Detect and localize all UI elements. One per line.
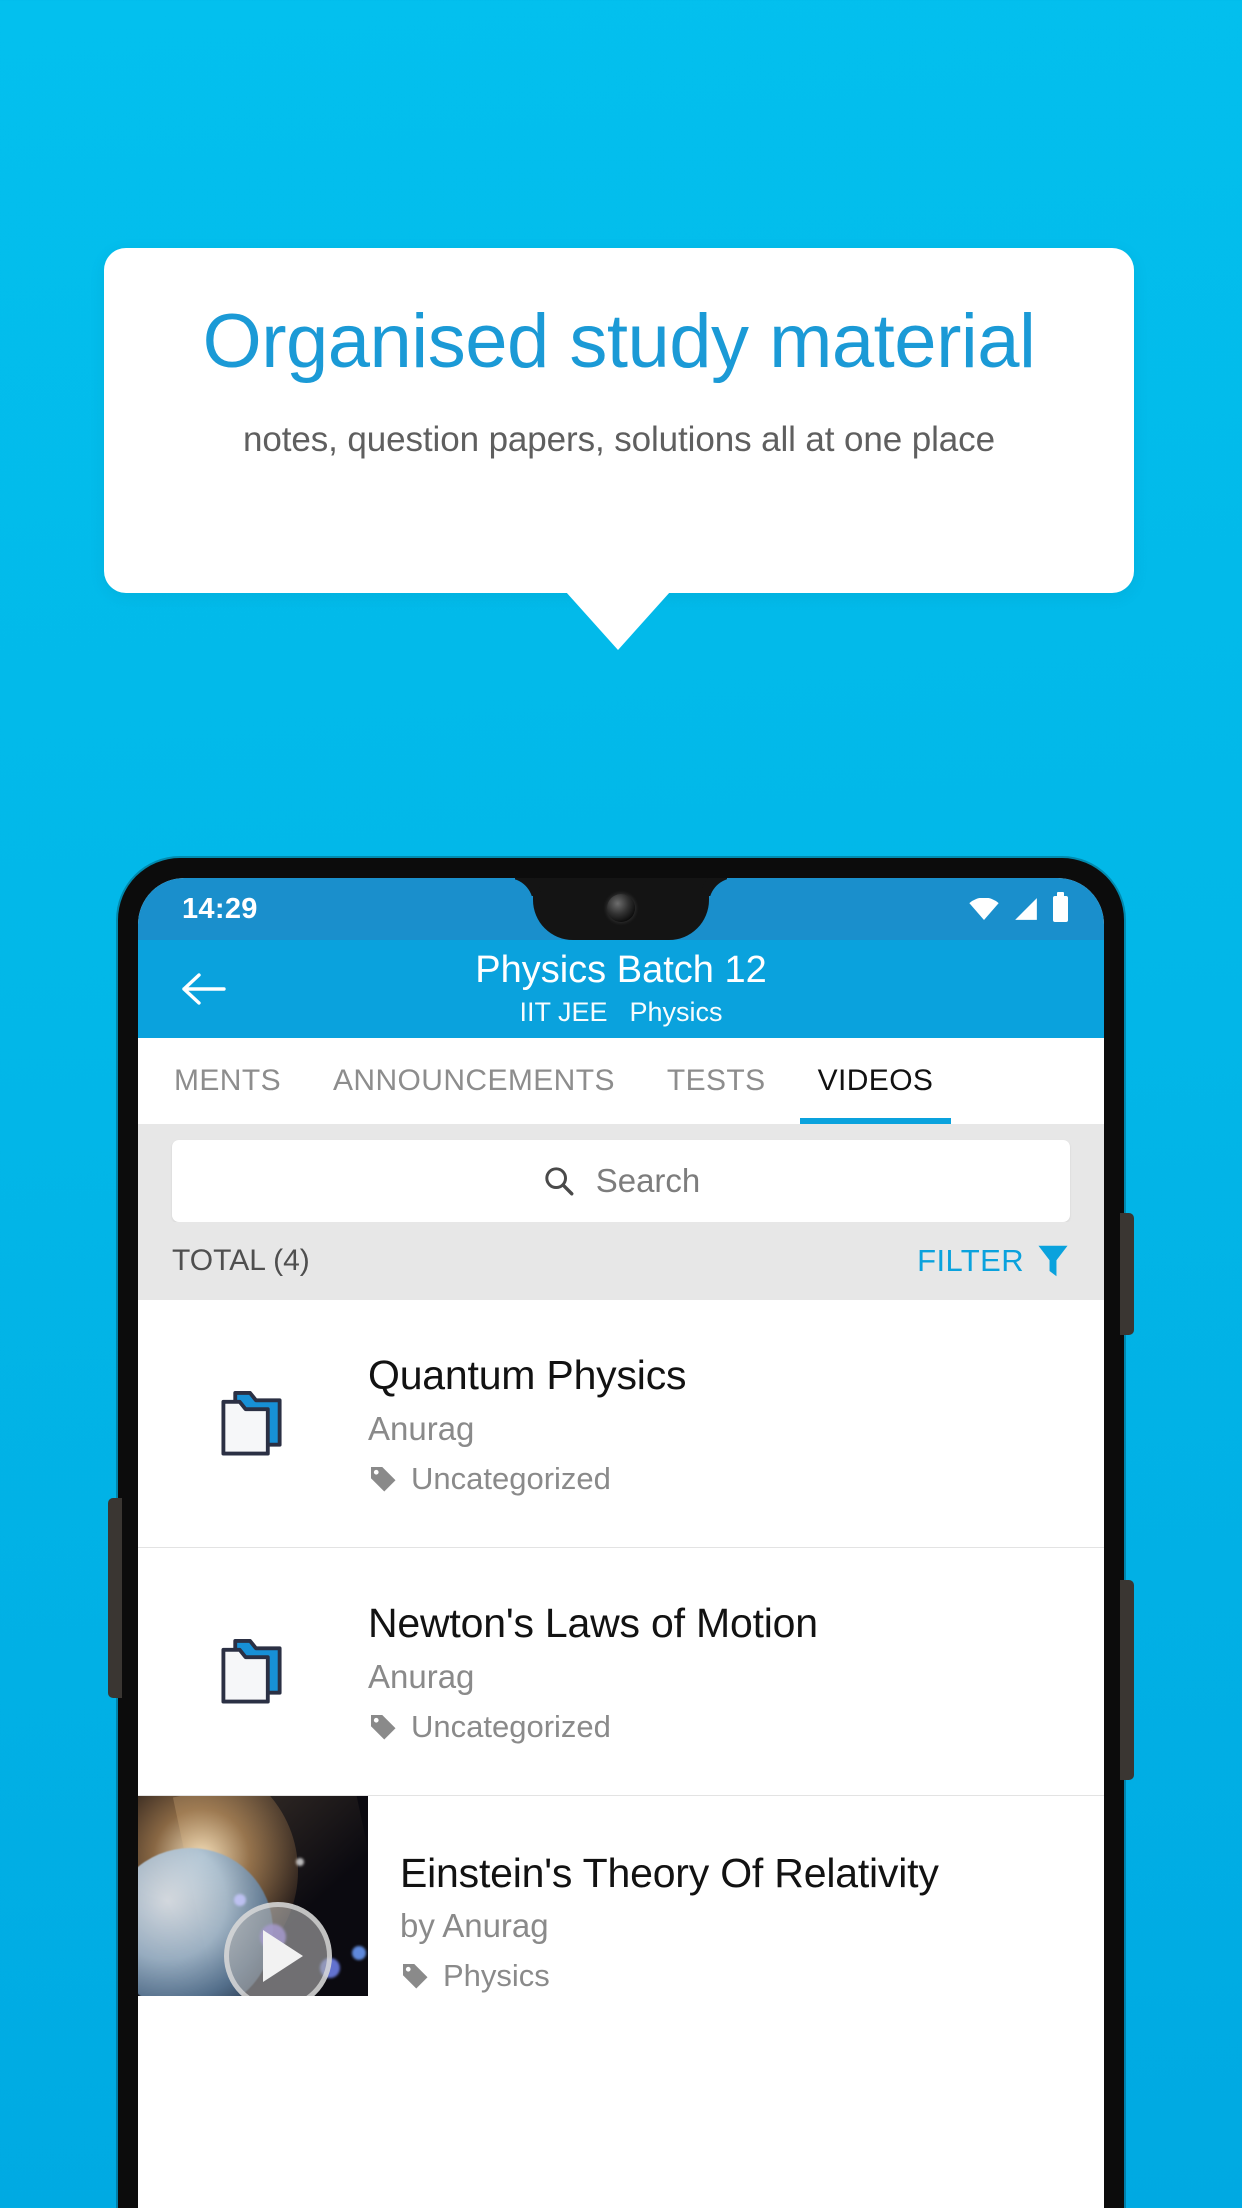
- battery-icon: [1053, 892, 1068, 922]
- filter-button[interactable]: FILTER: [917, 1243, 1070, 1279]
- phone-power-button[interactable]: [1120, 1580, 1134, 1780]
- thumbnail-lens-flare: [352, 1946, 366, 1960]
- promo-callout-card: Organised study material notes, question…: [104, 248, 1134, 593]
- signal-icon: [1015, 898, 1037, 920]
- back-arrow-icon: [182, 973, 226, 1005]
- list-item-tag-label: Uncategorized: [411, 1460, 611, 1496]
- list-item-body: Newton's Laws of Motion Anurag Uncategor…: [368, 1598, 1084, 1744]
- list-item-tag: Uncategorized: [368, 1709, 1070, 1745]
- list-item-icon: [138, 1635, 368, 1709]
- video-list: Quantum Physics Anurag Uncategorized New…: [138, 1300, 1104, 1996]
- tag-icon: [403, 1964, 428, 1989]
- subtitle-subject: Physics: [629, 996, 723, 1027]
- folder-icon: [221, 1390, 282, 1456]
- list-item-tag: Physics: [400, 1958, 1084, 1994]
- search-icon: [545, 1167, 574, 1196]
- tag-icon: [371, 1466, 396, 1491]
- filter-funnel-icon: [1038, 1245, 1068, 1277]
- status-icon-group: [969, 892, 1068, 922]
- list-item[interactable]: Einstein's Theory Of Relativity by Anura…: [138, 1796, 1104, 1996]
- search-placeholder: Search: [595, 1162, 701, 1199]
- list-item-tag-label: Uncategorized: [411, 1708, 611, 1744]
- tab-bar: MENTS ANNOUNCEMENTS TESTS VIDEOS: [138, 1038, 1104, 1124]
- list-item-author: Anurag: [368, 1409, 475, 1447]
- phone-volume-button[interactable]: [1120, 1213, 1134, 1335]
- phone-left-button[interactable]: [108, 1498, 122, 1698]
- phone-screen: 14:29 Physics Batch 12 IIT JEE Physics M…: [138, 878, 1104, 2208]
- tab-videos[interactable]: VIDEOS: [799, 1038, 952, 1124]
- promo-title: Organised study material: [202, 299, 1036, 384]
- status-time: 14:29: [182, 892, 258, 925]
- list-item[interactable]: Quantum Physics Anurag Uncategorized: [138, 1300, 1104, 1548]
- list-item-title: Newton's Laws of Motion: [368, 1600, 818, 1647]
- phone-bezel: 14:29 Physics Batch 12 IIT JEE Physics M…: [138, 878, 1104, 2208]
- tab-announcements[interactable]: ANNOUNCEMENTS: [333, 1038, 615, 1124]
- promo-callout-tail: [566, 592, 670, 650]
- wifi-icon: [969, 898, 999, 920]
- subtitle-exam: IIT JEE: [519, 996, 608, 1027]
- list-item-body: Einstein's Theory Of Relativity by Anura…: [368, 1796, 1104, 1996]
- total-count-label: TOTAL (4): [172, 1244, 310, 1277]
- phone-mockup: 14:29 Physics Batch 12 IIT JEE Physics M…: [108, 858, 1134, 2208]
- thumbnail-lens-flare: [234, 1894, 246, 1906]
- search-inner: Search: [542, 1162, 701, 1200]
- play-icon: [263, 1930, 303, 1982]
- list-toolbar: TOTAL (4) FILTER: [138, 1222, 1104, 1300]
- front-camera-icon: [607, 894, 635, 922]
- page-subtitle: IIT JEE Physics: [138, 997, 1104, 1028]
- list-item-title: Einstein's Theory Of Relativity: [400, 1850, 939, 1896]
- tab-tests[interactable]: TESTS: [667, 1038, 766, 1124]
- folder-icon: [221, 1638, 282, 1704]
- filter-label: FILTER: [917, 1243, 1024, 1278]
- list-item-author: Anurag: [368, 1657, 475, 1695]
- list-item-tag-label: Physics: [443, 1958, 550, 1994]
- list-item-author: by Anurag: [400, 1907, 549, 1945]
- thumbnail-lens-flare: [296, 1858, 304, 1866]
- back-button[interactable]: [178, 963, 230, 1015]
- list-item-icon: [138, 1387, 368, 1461]
- app-bar-text-group: Physics Batch 12 IIT JEE Physics: [138, 948, 1104, 1028]
- promo-subtitle: notes, question papers, solutions all at…: [243, 420, 995, 459]
- page-title: Physics Batch 12: [475, 949, 767, 991]
- video-thumbnail[interactable]: [138, 1796, 368, 1996]
- app-bar: Physics Batch 12 IIT JEE Physics: [138, 940, 1104, 1038]
- search-input[interactable]: Search: [172, 1140, 1070, 1222]
- search-region: Search: [138, 1124, 1104, 1222]
- list-item-title: Quantum Physics: [368, 1352, 687, 1399]
- list-item[interactable]: Newton's Laws of Motion Anurag Uncategor…: [138, 1548, 1104, 1796]
- tab-assignments[interactable]: MENTS: [174, 1038, 281, 1124]
- list-item-body: Quantum Physics Anurag Uncategorized: [368, 1350, 1084, 1496]
- list-item-tag: Uncategorized: [368, 1461, 1070, 1497]
- tag-icon: [371, 1714, 396, 1739]
